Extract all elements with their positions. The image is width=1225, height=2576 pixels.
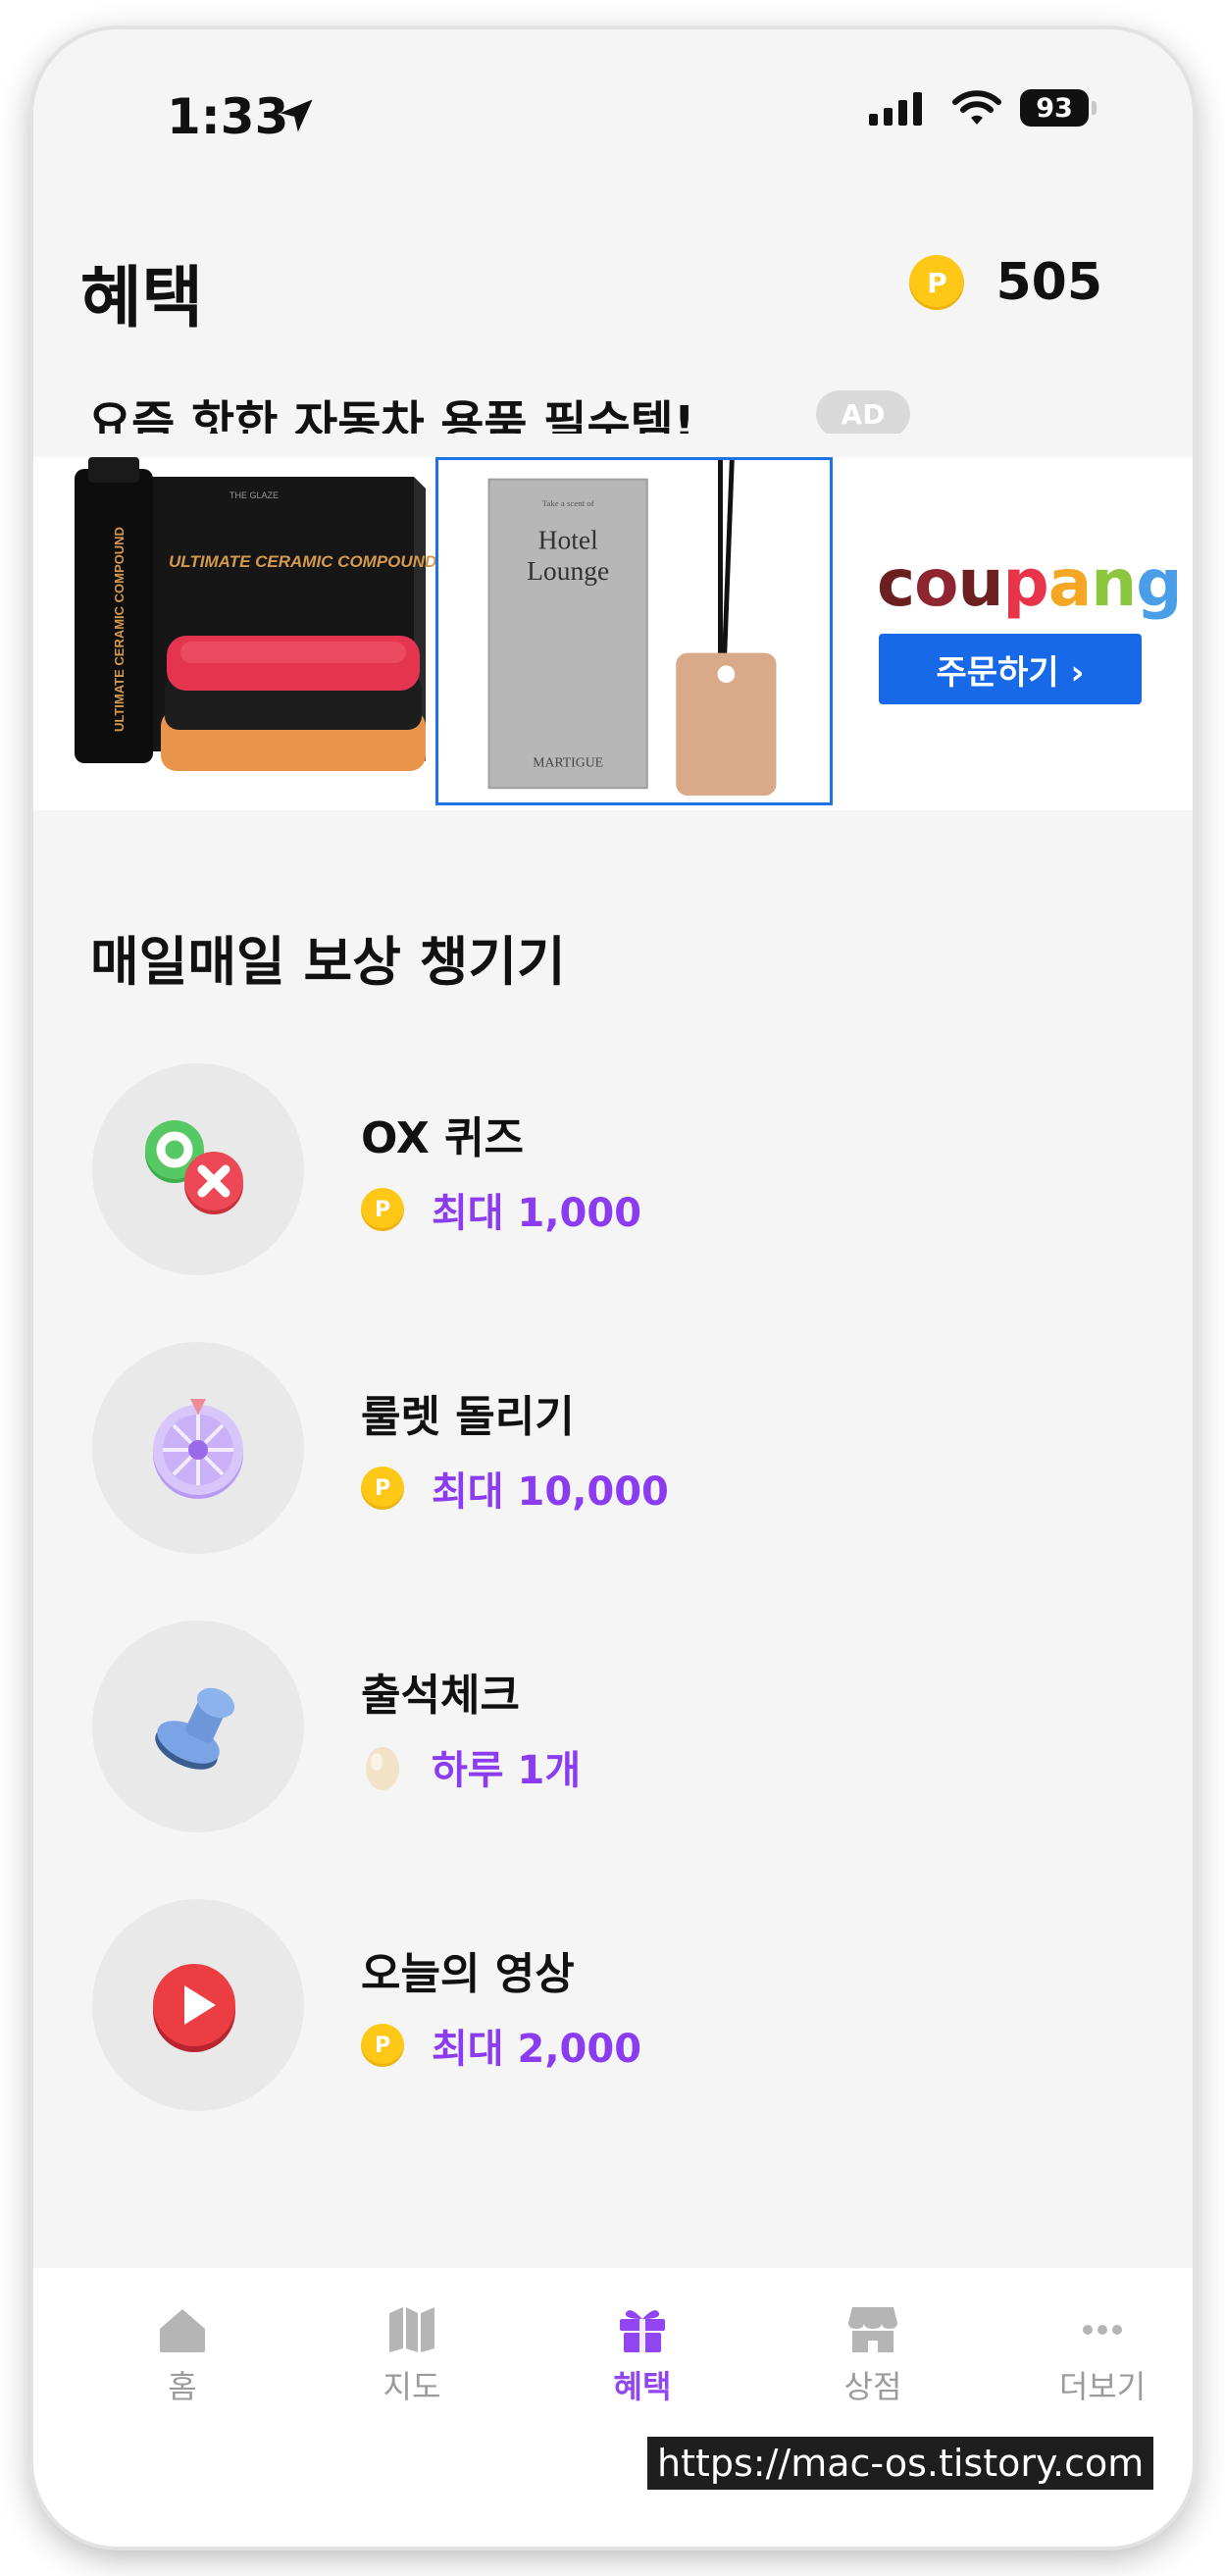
ad-badge: AD <box>816 390 910 434</box>
hotel-lounge-product-image[interactable]: Take a scent of Hotel Lounge MARTIGUE <box>435 457 833 805</box>
product2-title-line2: Lounge <box>527 555 609 586</box>
reward-value-row: 하루 1개 <box>361 1738 581 1795</box>
store-icon <box>848 2307 897 2352</box>
reward-item-attendance[interactable]: 출석체크 하루 1개 <box>33 1621 1193 1899</box>
map-icon <box>389 2307 434 2352</box>
coin-icon: P <box>361 1188 404 1231</box>
reward-value: 하루 1개 <box>432 1748 582 1793</box>
product1-brand: THE GLAZE <box>230 490 279 500</box>
tab-label: 지도 <box>383 2368 441 2405</box>
battery-tip <box>1092 101 1097 115</box>
tab-home[interactable]: 홈 <box>104 2303 261 2407</box>
reward-value-row: P 최대 1,000 <box>361 1181 641 1238</box>
reward-item-ox-quiz[interactable]: OX 퀴즈 P 최대 1,000 <box>33 1063 1193 1342</box>
reward-list: OX 퀴즈 P 최대 1,000 룰렛 돌리기 P 최대 10,000 출석체크… <box>33 1063 1193 2178</box>
reward-item-todays-video[interactable]: 오늘의 영상 P 최대 2,000 <box>33 1899 1193 2178</box>
egg-icon <box>366 1747 399 1790</box>
product1-bottle-label: ULTIMATE CERAMIC COMPOUND <box>112 527 127 732</box>
coupang-logo[interactable]: coupang <box>877 545 1183 621</box>
points-balance[interactable]: P 505 <box>909 253 1102 312</box>
cellular-signal-icon <box>869 90 928 126</box>
gift-icon <box>620 2310 665 2352</box>
status-time: 1:33 <box>167 88 289 145</box>
reward-value: 최대 2,000 <box>432 2027 642 2072</box>
ad-headline: 요즘 핫한 자동차 용품 필수템! <box>88 396 695 434</box>
reward-name: OX 퀴즈 <box>361 1113 525 1163</box>
tab-label: 상점 <box>843 2368 902 2405</box>
product2-brand: MARTIGUE <box>533 755 603 770</box>
ceramic-compound-product-image[interactable]: ULTIMATE CERAMIC COMPOUND THE GLAZE ULTI… <box>33 457 435 810</box>
points-value: 505 <box>995 253 1102 312</box>
status-indicators: 93 <box>869 88 1097 128</box>
product1-title: ULTIMATE CERAMIC COMPOUND <box>169 552 435 571</box>
reward-value-row: P 최대 2,000 <box>361 2017 641 2074</box>
page-title: 혜택 <box>80 260 204 337</box>
ad-banner[interactable]: ULTIMATE CERAMIC COMPOUND THE GLAZE ULTI… <box>33 457 1193 810</box>
order-button[interactable]: 주문하기 › <box>879 634 1142 704</box>
watermark: https://mac-os.tistory.com <box>647 2437 1154 2490</box>
tab-label: 더보기 <box>1058 2368 1147 2405</box>
reward-value: 최대 10,000 <box>432 1469 669 1515</box>
stamp-icon <box>92 1621 304 1832</box>
reward-value-row: P 최대 10,000 <box>361 1460 669 1517</box>
roulette-icon <box>92 1342 304 1554</box>
status-bar: 1:33 93 <box>33 29 1193 177</box>
ox-quiz-icon <box>92 1063 304 1275</box>
rewards-section-title: 매일매일 보상 챙기기 <box>90 931 566 993</box>
location-arrow-icon <box>280 99 313 132</box>
phone-screen: 1:33 93 혜택 P 505 요즘 핫한 자동차 용품 필수템! AD UL… <box>33 29 1193 2547</box>
reward-name: 오늘의 영상 <box>361 1949 575 1999</box>
tab-label: 홈 <box>168 2368 197 2405</box>
battery-level: 93 <box>1036 92 1073 124</box>
reward-name: 룰렛 돌리기 <box>361 1392 575 1442</box>
coin-icon: P <box>361 1467 404 1510</box>
reward-value: 최대 1,000 <box>432 1191 642 1236</box>
tab-benefits[interactable]: 혜택 <box>564 2303 721 2407</box>
more-icon <box>1083 2325 1122 2335</box>
tab-more[interactable]: 더보기 <box>1024 2303 1181 2407</box>
reward-item-roulette[interactable]: 룰렛 돌리기 P 최대 10,000 <box>33 1342 1193 1621</box>
tab-label: 혜택 <box>613 2368 672 2405</box>
wifi-icon <box>952 90 1001 125</box>
product2-small-text: Take a scent of <box>542 498 594 508</box>
coin-icon: P <box>909 255 965 310</box>
product2-title-line1: Hotel <box>538 524 598 554</box>
battery-icon: 93 <box>1020 89 1089 127</box>
tab-store[interactable]: 상점 <box>794 2303 951 2407</box>
tab-map[interactable]: 지도 <box>333 2303 490 2407</box>
tab-bar: 홈 지도 혜택 상점 더보기 <box>33 2268 1193 2547</box>
video-play-icon <box>92 1899 304 2111</box>
home-icon <box>160 2309 205 2352</box>
coin-icon: P <box>361 2024 404 2067</box>
reward-name: 출석체크 <box>361 1671 520 1721</box>
ad-headline-row: 요즘 핫한 자동차 용품 필수템! AD <box>33 353 1193 434</box>
